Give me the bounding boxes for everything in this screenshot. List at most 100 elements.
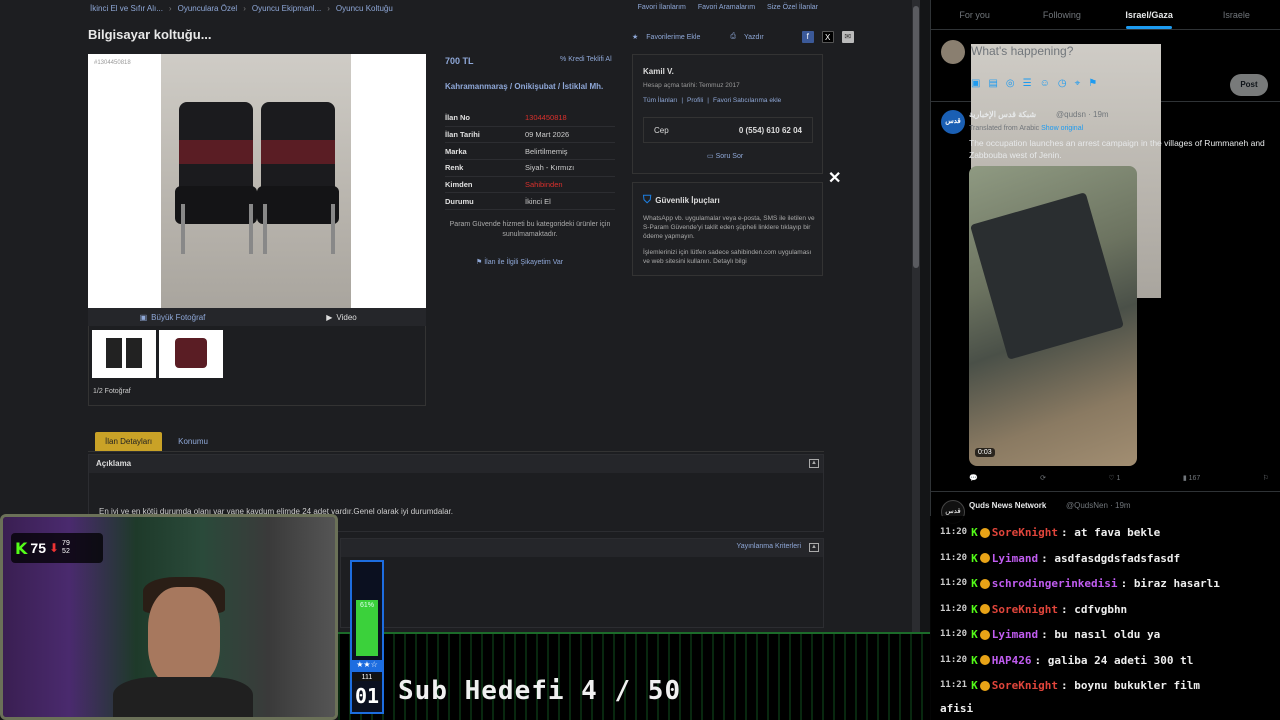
tab-israel-gaza[interactable]: Israel/Gaza [1106, 0, 1193, 29]
collapse-icon[interactable]: ▲ [809, 543, 819, 552]
image-icon[interactable]: ▣ [971, 78, 980, 89]
chat-username[interactable]: HAP426 [992, 648, 1032, 674]
chair-left [175, 102, 257, 224]
arrow-down-icon: ⬇ [48, 541, 60, 555]
seller-links: Tüm İlanları | Profili | Favori Satıcıları… [643, 97, 782, 104]
print-icon: ⎙ [730, 33, 736, 40]
close-icon[interactable]: ✕ [828, 168, 841, 188]
chat-username[interactable]: SoreKnight [992, 673, 1058, 699]
chat-text: cdfvgbhn [1074, 602, 1128, 616]
tab-for-you[interactable]: For you [931, 0, 1018, 29]
tab-listing-details[interactable]: İlan Detayları [95, 432, 163, 451]
breadcrumb-item[interactable]: İkinci El ve Sıfır Alı... [90, 4, 163, 13]
views-count[interactable]: ▮ 167 [1183, 474, 1201, 482]
x-icon[interactable]: X [821, 31, 834, 43]
breadcrumb-item[interactable]: Oyuncu Ekipmanl... [252, 4, 321, 13]
price: 700 TL [445, 56, 474, 66]
tweet-author[interactable]: Quds News Network [969, 501, 1046, 510]
special-listings-link[interactable]: Size Özel İlanlar [767, 4, 818, 11]
favorite-listings-link[interactable]: Favori İlanlarım [638, 4, 686, 11]
chat-message: 11:20 K Lyimand: bu nasıl oldu ya [940, 622, 1270, 648]
location[interactable]: Kahramanmaraş / Onikişubat / İstiklal Mh… [445, 82, 615, 92]
tab-location[interactable]: Konumu [168, 432, 218, 451]
chat-username[interactable]: SoreKnight [992, 597, 1058, 623]
seller-since: Hesap açma tarihi: Temmuz 2017 [643, 82, 740, 89]
complaint-link[interactable]: ⚑ İlan ile İlgili Şikayetim Var [476, 258, 563, 266]
tab-following[interactable]: Following [1018, 0, 1105, 29]
chat-username[interactable]: SoreKnight [992, 520, 1058, 546]
chat-time: 11:20 [940, 654, 968, 665]
scrollbar-thumb[interactable] [913, 6, 919, 268]
chat-username[interactable]: Lyimand [992, 622, 1038, 648]
collapse-icon[interactable]: ▲ [809, 459, 819, 468]
kick-icon: K [971, 653, 978, 667]
avatar[interactable]: قدس [941, 110, 965, 134]
tweet-video[interactable] [969, 166, 1137, 466]
scrollbar[interactable] [912, 0, 920, 632]
badge-icon [979, 527, 990, 538]
chat-message: 11:20 K SoreKnight: cdfvgbhn [940, 597, 1270, 623]
chat-text: galiba 24 adeti 300 tl [1047, 653, 1194, 667]
video-tab[interactable]: ▶ Video [257, 308, 426, 326]
facebook-icon[interactable]: f [801, 31, 814, 43]
chat-username[interactable]: Lyimand [992, 546, 1038, 572]
kick-icon: K [971, 551, 978, 565]
add-favorite-link[interactable]: Favorilerime Ekle [646, 34, 700, 41]
kick-icon: K [971, 526, 978, 539]
info-row: Durumu İkinci El [445, 193, 615, 211]
main-photo[interactable]: #1304450818 [88, 54, 426, 308]
thumbnail-1[interactable] [92, 330, 156, 378]
top-links: Favori İlanlarım Favori Aramalarım Size … [638, 4, 818, 11]
all-listings-link[interactable]: Tüm İlanları [643, 97, 677, 104]
bookmark-icon[interactable]: ⚐ [1263, 474, 1269, 482]
mail-icon[interactable]: ✉ [841, 31, 854, 43]
flag-icon[interactable]: ⚑ [1088, 78, 1097, 89]
like-button[interactable]: ♡ 1 [1108, 474, 1120, 482]
compose-box: What's happening? ▣ ▤ ◎ ☰ ☺ ◷ ⌖ ⚑ Post [931, 30, 1280, 298]
chat-text: biraz hasarlı [1133, 577, 1220, 590]
big-photo-tab[interactable]: ▣ Büyük Fotoğraf [88, 308, 257, 326]
sub-meter: 61% ★★☆ 111 01 [350, 560, 384, 714]
chat-username[interactable]: schrodingerinkedisi [992, 571, 1118, 597]
favorite-searches-link[interactable]: Favori Aramalarım [698, 4, 755, 11]
seller-name[interactable]: Kamil V. [643, 67, 674, 76]
profile-link[interactable]: Profili [687, 97, 703, 104]
schedule-icon[interactable]: ◷ [1058, 78, 1067, 89]
avatar[interactable] [941, 40, 965, 64]
kick-icon: K [15, 538, 28, 558]
show-original-link[interactable]: Show original [1041, 125, 1083, 132]
kick-icon: K [971, 602, 978, 616]
breadcrumb-item[interactable]: Oyunculara Özel [178, 4, 238, 13]
chat-time: 11:20 [940, 527, 968, 537]
location-icon[interactable]: ⌖ [1075, 78, 1081, 89]
chat-message: 11:21 K SoreKnight: boynu bukukler film [940, 673, 1270, 699]
emoji-icon[interactable]: ☺ [1040, 78, 1050, 89]
shield-icon: ⛉ [643, 194, 652, 206]
ask-question-link[interactable]: ▭ Soru Sor [707, 152, 743, 160]
breadcrumb-item[interactable]: Oyuncu Koltuğu [336, 4, 393, 13]
listing-info-table: İlan No 1304450818 İlan Tarihi 09 Mart 202… [445, 110, 615, 211]
info-row: İlan Tarihi 09 Mart 2026 [445, 127, 615, 144]
reply-icon[interactable]: 💬 [969, 474, 978, 482]
post-button[interactable]: Post [1230, 74, 1268, 96]
thumbnail-2[interactable] [159, 330, 223, 378]
tweet[interactable]: قدس شبكة قدس الإخبارية @qudsn · 19m Tran… [931, 102, 1280, 492]
timeline-tabs: For you Following Israel/Gaza Israele [931, 0, 1280, 30]
publishing-criteria-link[interactable]: Yayınlanma Kriterleri [737, 543, 801, 550]
security-text-2: İşlemlerinizi için lütfen sadece sahibin… [643, 249, 812, 265]
tweet-author[interactable]: شبكة قدس الإخبارية [969, 110, 1036, 119]
print-link[interactable]: Yazdır [744, 34, 764, 41]
favorite-seller-link[interactable]: Favori Satıcılarıma ekle [713, 97, 781, 104]
phone-number[interactable]: 0 (554) 610 62 04 [739, 126, 802, 135]
credit-offer-link[interactable]: % Kredi Teklifi Al [560, 56, 612, 63]
retweet-icon[interactable]: ⟳ [1040, 474, 1046, 482]
streamer-face [148, 587, 220, 687]
poll-icon[interactable]: ☰ [1023, 78, 1032, 89]
info-row: Renk Siyah - Kırmızı [445, 160, 615, 177]
play-icon: ▶ [326, 312, 333, 322]
grok-icon[interactable]: ◎ [1006, 78, 1015, 89]
meter-percent: 61% [359, 602, 374, 609]
badge-icon [979, 553, 990, 564]
gif-icon[interactable]: ▤ [988, 78, 997, 89]
tab-israele[interactable]: Israele [1193, 0, 1280, 29]
